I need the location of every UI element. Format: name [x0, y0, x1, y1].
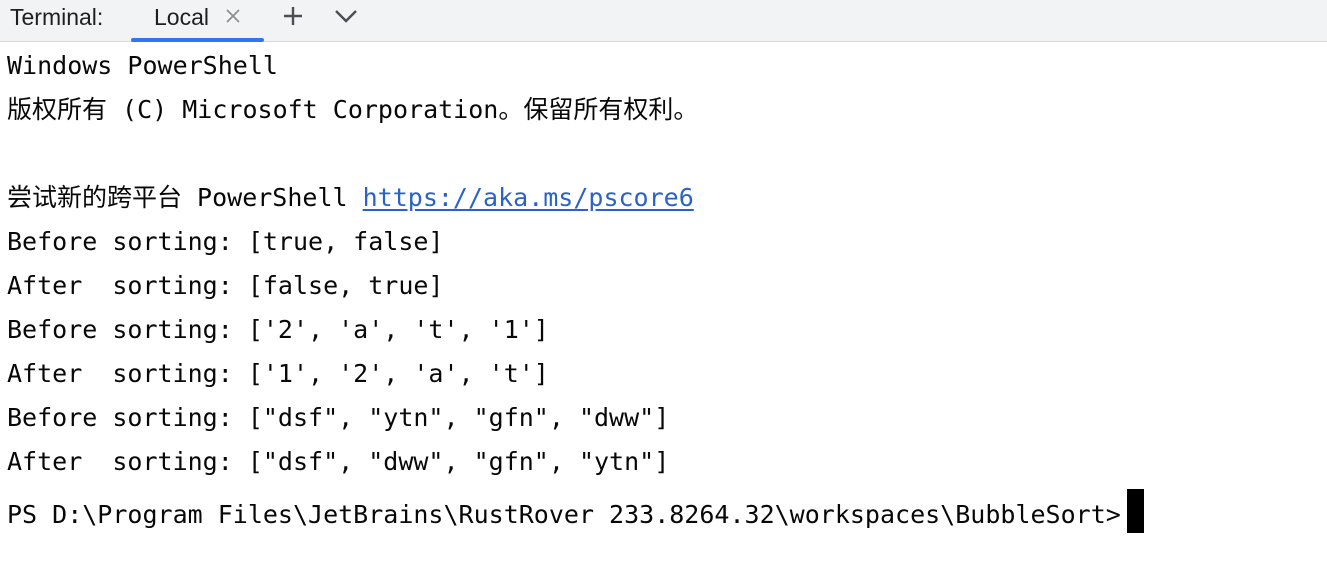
terminal-tool-window-header: Terminal: Local: [0, 0, 1327, 42]
terminal-line: 版权所有 (C) Microsoft Corporation。保留所有权利。: [7, 95, 699, 124]
prompt-line[interactable]: PS D:\Program Files\JetBrains\RustRover …: [7, 489, 1327, 533]
tab-label: Local: [154, 4, 209, 30]
terminal-line: 尝试新的跨平台 PowerShell https://aka.ms/pscore…: [7, 181, 1327, 225]
terminal-line: After sorting: ["dsf", "dww", "gfn", "yt…: [7, 447, 670, 476]
terminal-line: Before sorting: [true, false]: [7, 227, 444, 256]
active-tab-indicator: [131, 38, 264, 42]
terminal-line: After sorting: [false, true]: [7, 271, 444, 300]
tab-local[interactable]: Local: [131, 0, 264, 42]
close-icon[interactable]: [223, 6, 243, 26]
terminal-output[interactable]: Windows PowerShell 版权所有 (C) Microsoft Co…: [0, 43, 1327, 578]
plus-icon[interactable]: [281, 4, 305, 28]
pscore-link[interactable]: https://aka.ms/pscore6: [363, 183, 694, 212]
shell-prompt: PS D:\Program Files\JetBrains\RustRover …: [7, 500, 1121, 529]
tool-window-title: Terminal:: [10, 4, 104, 30]
terminal-line: Windows PowerShell: [7, 51, 278, 80]
terminal-line: After sorting: ['1', '2', 'a', 't']: [7, 359, 549, 388]
terminal-line: Before sorting: ["dsf", "ytn", "gfn", "d…: [7, 403, 670, 432]
chevron-down-icon[interactable]: [333, 6, 359, 26]
terminal-line: Before sorting: ['2', 'a', 't', '1']: [7, 315, 549, 344]
text-cursor: [1126, 489, 1144, 533]
terminal-line-text: 尝试新的跨平台 PowerShell: [7, 183, 363, 212]
